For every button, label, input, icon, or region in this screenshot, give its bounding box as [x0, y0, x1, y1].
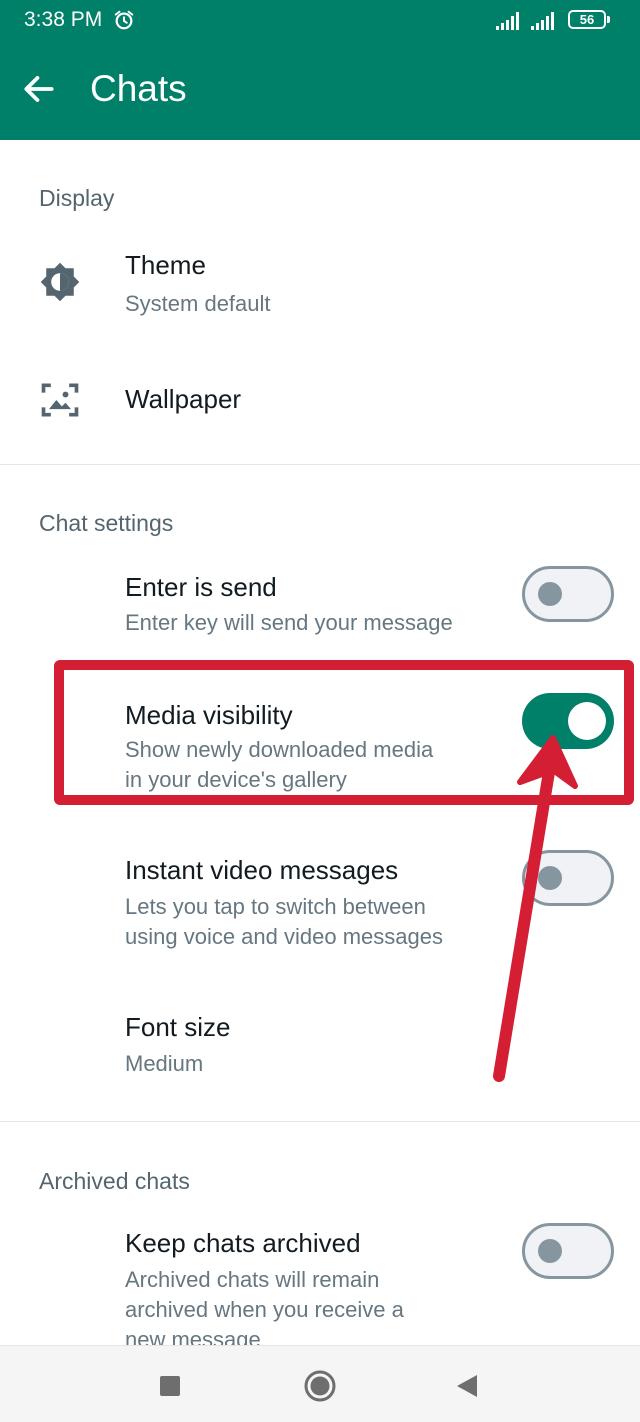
keep-chats-archived-setting[interactable]: Keep chats archived Archived chats will … [0, 1218, 640, 1345]
brightness-icon [40, 262, 80, 302]
signal-icon [496, 12, 519, 30]
enter-is-send-toggle[interactable] [522, 566, 614, 622]
font-size-subtitle: Medium [125, 1051, 204, 1076]
page-title: Chats [90, 68, 187, 109]
signal-icon [531, 12, 554, 30]
battery-icon: 56 [568, 10, 610, 29]
section-title-display: Display [39, 185, 115, 211]
keep-archived-toggle[interactable] [522, 1223, 614, 1279]
toggle-knob [538, 1239, 562, 1263]
keep-archived-subtitle-line3: new message [125, 1327, 261, 1345]
wallpaper-setting[interactable]: Wallpaper [0, 360, 640, 440]
instant-video-subtitle-line1: Lets you tap to switch between [125, 894, 426, 919]
app-bar: 3:38 PM 56 Chats [0, 0, 640, 140]
home-button[interactable] [300, 1366, 340, 1406]
section-title-archived-chats: Archived chats [39, 1168, 190, 1194]
instant-video-title: Instant video messages [125, 855, 399, 885]
enter-is-send-setting[interactable]: Enter is send Enter key will send your m… [0, 560, 640, 650]
recents-button[interactable] [150, 1366, 190, 1406]
media-visibility-subtitle-line1: Show newly downloaded media [125, 737, 434, 762]
section-title-chat-settings: Chat settings [39, 510, 174, 536]
toggle-knob [538, 582, 562, 606]
instant-video-messages-setting[interactable]: Instant video messages Lets you tap to s… [0, 843, 640, 963]
theme-setting[interactable]: Theme System default [0, 240, 640, 340]
alarm-icon [114, 10, 134, 30]
section-divider [0, 1121, 640, 1122]
toggle-knob [538, 866, 562, 890]
keep-archived-title: Keep chats archived [125, 1228, 361, 1258]
theme-title: Theme [125, 250, 206, 280]
media-visibility-setting[interactable]: Media visibility Show newly downloaded m… [0, 688, 640, 798]
instant-video-toggle[interactable] [522, 850, 614, 906]
media-visibility-toggle[interactable] [522, 693, 614, 749]
font-size-title: Font size [125, 1012, 231, 1042]
section-divider [0, 464, 640, 465]
font-size-setting[interactable]: Font size Medium [0, 1000, 640, 1090]
status-bar: 3:38 PM 56 [0, 0, 640, 40]
back-arrow-icon[interactable] [20, 70, 58, 108]
enter-is-send-subtitle: Enter key will send your message [125, 610, 453, 635]
keep-archived-subtitle-line2: archived when you receive a [125, 1297, 404, 1322]
instant-video-subtitle-line2: using voice and video messages [125, 924, 443, 949]
status-time: 3:38 PM [24, 8, 103, 31]
theme-subtitle: System default [125, 291, 271, 316]
wallpaper-icon [41, 383, 79, 417]
enter-is-send-title: Enter is send [125, 572, 277, 602]
keep-archived-subtitle-line1: Archived chats will remain [125, 1267, 380, 1292]
media-visibility-subtitle-line2: in your device's gallery [125, 767, 347, 792]
back-button[interactable] [448, 1366, 488, 1406]
toggle-knob [568, 702, 606, 740]
media-visibility-title: Media visibility [125, 700, 293, 730]
wallpaper-title: Wallpaper [125, 384, 242, 414]
navigation-bar [0, 1345, 640, 1422]
